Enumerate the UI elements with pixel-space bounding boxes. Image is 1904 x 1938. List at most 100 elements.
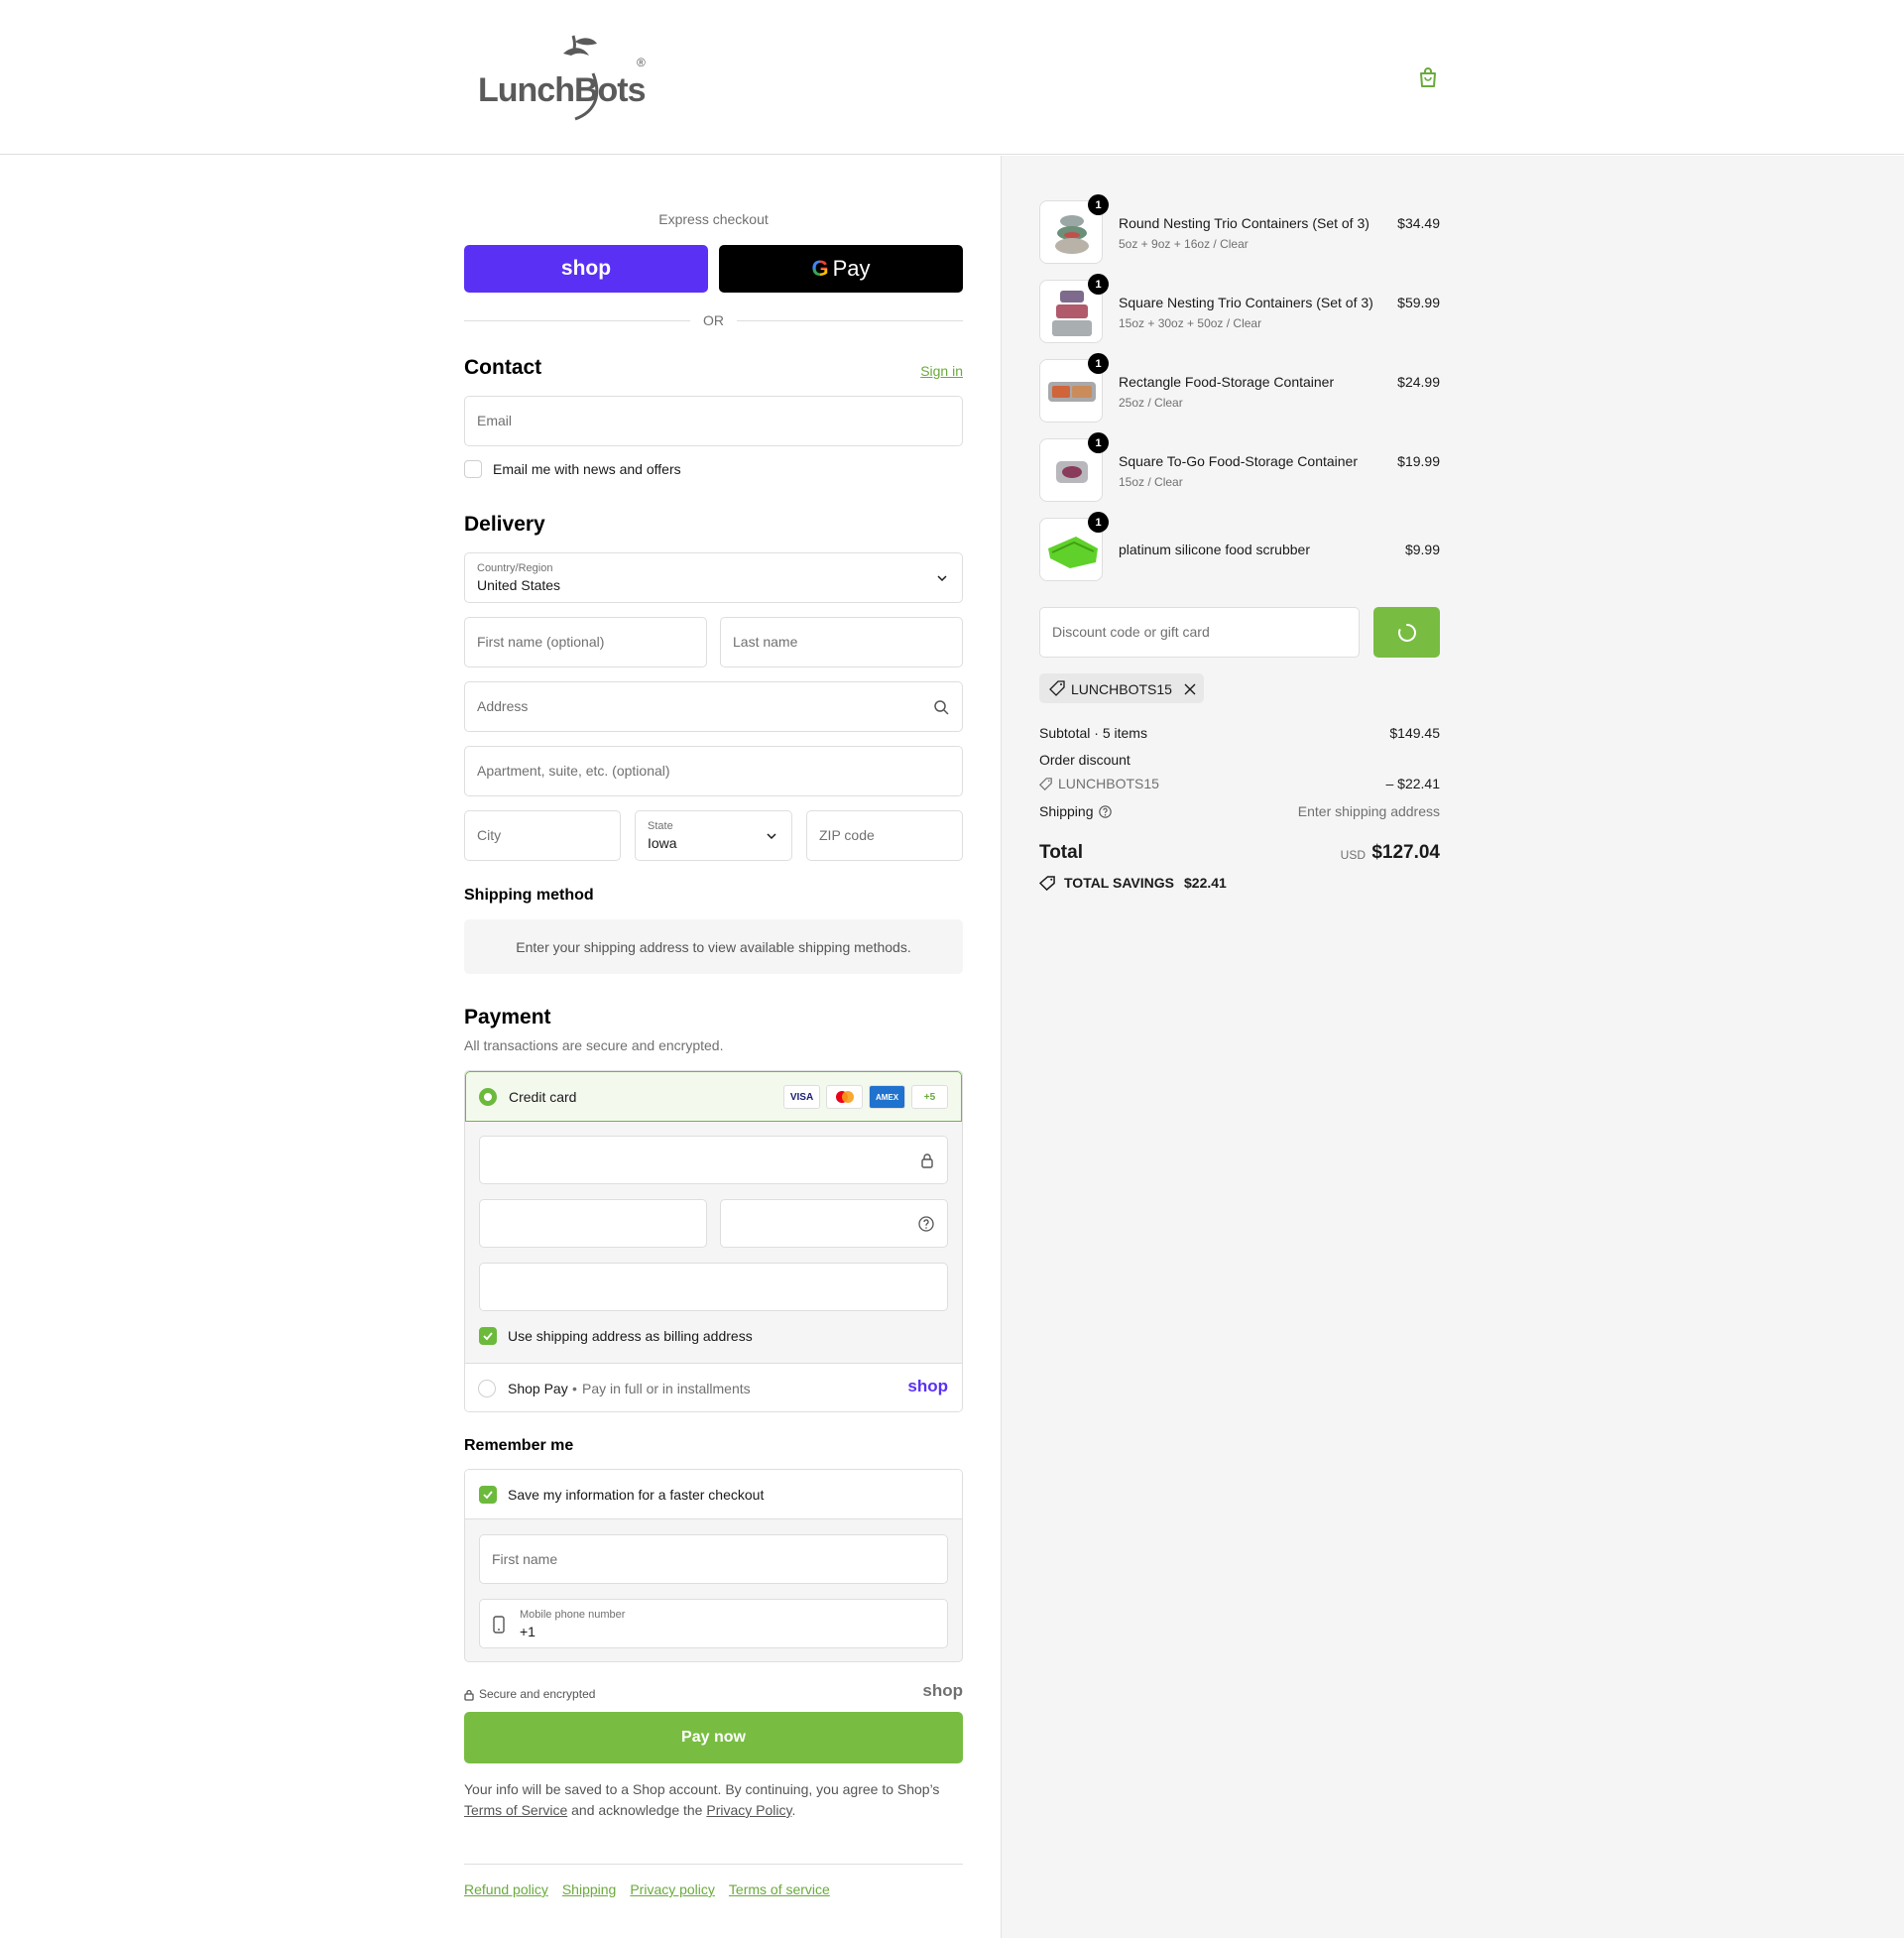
remember-first-name-placeholder: First name — [492, 1551, 558, 1567]
address-placeholder: Address — [477, 698, 529, 714]
shipping-policy-link[interactable]: Shipping — [562, 1881, 617, 1897]
shop-pay-logo: shop — [907, 1377, 948, 1395]
card-number-field[interactable] — [479, 1136, 948, 1184]
tag-icon — [1049, 680, 1065, 696]
item-price: $24.99 — [1397, 374, 1440, 390]
credit-card-radio[interactable] — [479, 1088, 497, 1106]
country-value: United States — [477, 577, 561, 593]
apply-discount-button[interactable] — [1373, 607, 1440, 658]
help-circle-icon[interactable] — [1099, 805, 1112, 818]
last-name-placeholder: Last name — [733, 634, 798, 650]
mastercard-icon — [826, 1085, 863, 1109]
state-label: State — [648, 820, 673, 832]
privacy-policy-footer-link[interactable]: Privacy policy — [630, 1881, 715, 1897]
gpay-label: Pay — [832, 256, 871, 281]
zip-field[interactable]: ZIP code — [806, 810, 963, 861]
mobile-phone-field[interactable]: Mobile phone number +1 — [479, 1599, 948, 1648]
security-code-field[interactable] — [720, 1199, 948, 1248]
apartment-field[interactable]: Apartment, suite, etc. (optional) — [464, 746, 963, 796]
address-field[interactable]: Address — [464, 681, 963, 732]
mobile-phone-icon — [493, 1616, 505, 1634]
save-info-row[interactable]: Save my information for a faster checkou… — [465, 1470, 962, 1519]
express-checkout-label: Express checkout — [658, 211, 769, 227]
google-pay-button[interactable]: G Pay — [719, 245, 963, 293]
total-row: Total USD $127.04 — [1039, 842, 1440, 866]
terms-of-service-footer-link[interactable]: Terms of service — [729, 1881, 830, 1897]
credit-card-option[interactable]: Credit card VISA AMEX +5 — [465, 1071, 962, 1122]
expiration-date-field[interactable] — [479, 1199, 707, 1248]
quantity-badge: 1 — [1088, 274, 1109, 295]
privacy-policy-link[interactable]: Privacy Policy — [706, 1802, 791, 1818]
item-name: platinum silicone food scrubber — [1119, 542, 1310, 557]
discount-code-field[interactable]: Discount code or gift card — [1039, 607, 1360, 658]
country-label: Country/Region — [477, 562, 553, 574]
cart-item: 1 Square To-Go Food-Storage Container 15… — [1039, 432, 1440, 504]
pay-now-button[interactable]: Pay now — [464, 1712, 963, 1763]
refund-policy-link[interactable]: Refund policy — [464, 1881, 548, 1897]
chevron-down-icon — [767, 833, 776, 840]
billing-same-label: Use shipping address as billing address — [508, 1328, 753, 1344]
terms-of-service-link[interactable]: Terms of Service — [464, 1802, 567, 1818]
shipping-row: Shipping Enter shipping address — [1039, 803, 1440, 819]
remember-me-box: Save my information for a faster checkou… — [464, 1469, 963, 1662]
cart-item: 1 Round Nesting Trio Containers (Set of … — [1039, 194, 1440, 266]
state-select[interactable]: State Iowa — [635, 810, 792, 861]
shop-pay-option[interactable]: Shop Pay • Pay in full or in installment… — [465, 1363, 962, 1411]
contact-heading: Contact — [464, 356, 542, 379]
email-field[interactable]: Email — [464, 396, 963, 446]
subtotal-row: Subtotal · 5 items $149.45 — [1039, 725, 1440, 741]
item-price: $19.99 — [1397, 453, 1440, 469]
subtotal-label: Subtotal · 5 items — [1039, 725, 1147, 741]
phone-value: +1 — [520, 1624, 536, 1639]
lock-icon — [464, 1689, 474, 1701]
legal-text-1: Your info will be saved to a Shop accoun… — [464, 1781, 940, 1797]
item-variant: 5oz + 9oz + 16oz / Clear — [1119, 237, 1249, 251]
shopping-bag-icon[interactable] — [1416, 65, 1440, 89]
shop-pay-radio[interactable] — [478, 1380, 496, 1397]
cart-item: 1 Rectangle Food-Storage Container 25oz … — [1039, 353, 1440, 424]
total-value: $127.04 — [1371, 842, 1440, 863]
last-name-field[interactable]: Last name — [720, 617, 963, 667]
name-on-card-field[interactable] — [479, 1263, 948, 1311]
product-image: 1 — [1039, 512, 1109, 581]
first-name-field[interactable]: First name (optional) — [464, 617, 707, 667]
item-price: $9.99 — [1404, 542, 1440, 557]
newsletter-label: Email me with news and offers — [493, 461, 681, 477]
first-name-placeholder: First name (optional) — [477, 634, 605, 650]
tag-icon — [1039, 778, 1052, 790]
shipping-value: Enter shipping address — [1297, 803, 1440, 819]
google-g-icon: G — [811, 256, 829, 281]
payment-subtitle: All transactions are secure and encrypte… — [464, 1037, 724, 1053]
shipping-method-heading: Shipping method — [464, 887, 594, 904]
registered-mark: ® — [637, 56, 646, 69]
newsletter-checkbox[interactable] — [464, 460, 482, 478]
shipping-method-notice: Enter your shipping address to view avai… — [464, 919, 963, 974]
billing-same-checkbox[interactable] — [479, 1327, 497, 1345]
legal-text: Your info will be saved to a Shop accoun… — [464, 1779, 963, 1821]
item-variant: 15oz / Clear — [1119, 475, 1183, 489]
currency-code: USD — [1340, 848, 1366, 862]
shipping-label: Shipping — [1039, 803, 1094, 819]
country-select[interactable]: Country/Region United States — [464, 552, 963, 603]
shop-logo: shop — [922, 1681, 963, 1700]
search-icon — [934, 700, 949, 715]
footer-divider — [464, 1864, 963, 1865]
shop-pay-sublabel: Pay in full or in installments — [582, 1381, 751, 1396]
lunchbots-logo[interactable]: LunchBots ® — [476, 34, 654, 123]
quantity-badge: 1 — [1088, 432, 1109, 453]
close-icon[interactable] — [1184, 683, 1196, 695]
save-info-label: Save my information for a faster checkou… — [508, 1487, 765, 1503]
shop-pay-express-button[interactable]: shop — [464, 245, 708, 293]
delivery-heading: Delivery — [464, 513, 545, 536]
item-name: Round Nesting Trio Containers (Set of 3) — [1119, 215, 1369, 231]
total-savings-label: TOTAL SAVINGS — [1064, 875, 1174, 891]
quantity-badge: 1 — [1088, 353, 1109, 374]
remember-first-name-field[interactable]: First name — [479, 1534, 948, 1584]
sign-in-link[interactable]: Sign in — [920, 363, 963, 379]
state-value: Iowa — [648, 835, 677, 851]
item-price: $34.49 — [1397, 215, 1440, 231]
city-field[interactable]: City — [464, 810, 621, 861]
help-circle-icon[interactable] — [918, 1216, 934, 1232]
order-discount-label: Order discount — [1039, 752, 1130, 768]
save-info-checkbox[interactable] — [479, 1486, 497, 1504]
